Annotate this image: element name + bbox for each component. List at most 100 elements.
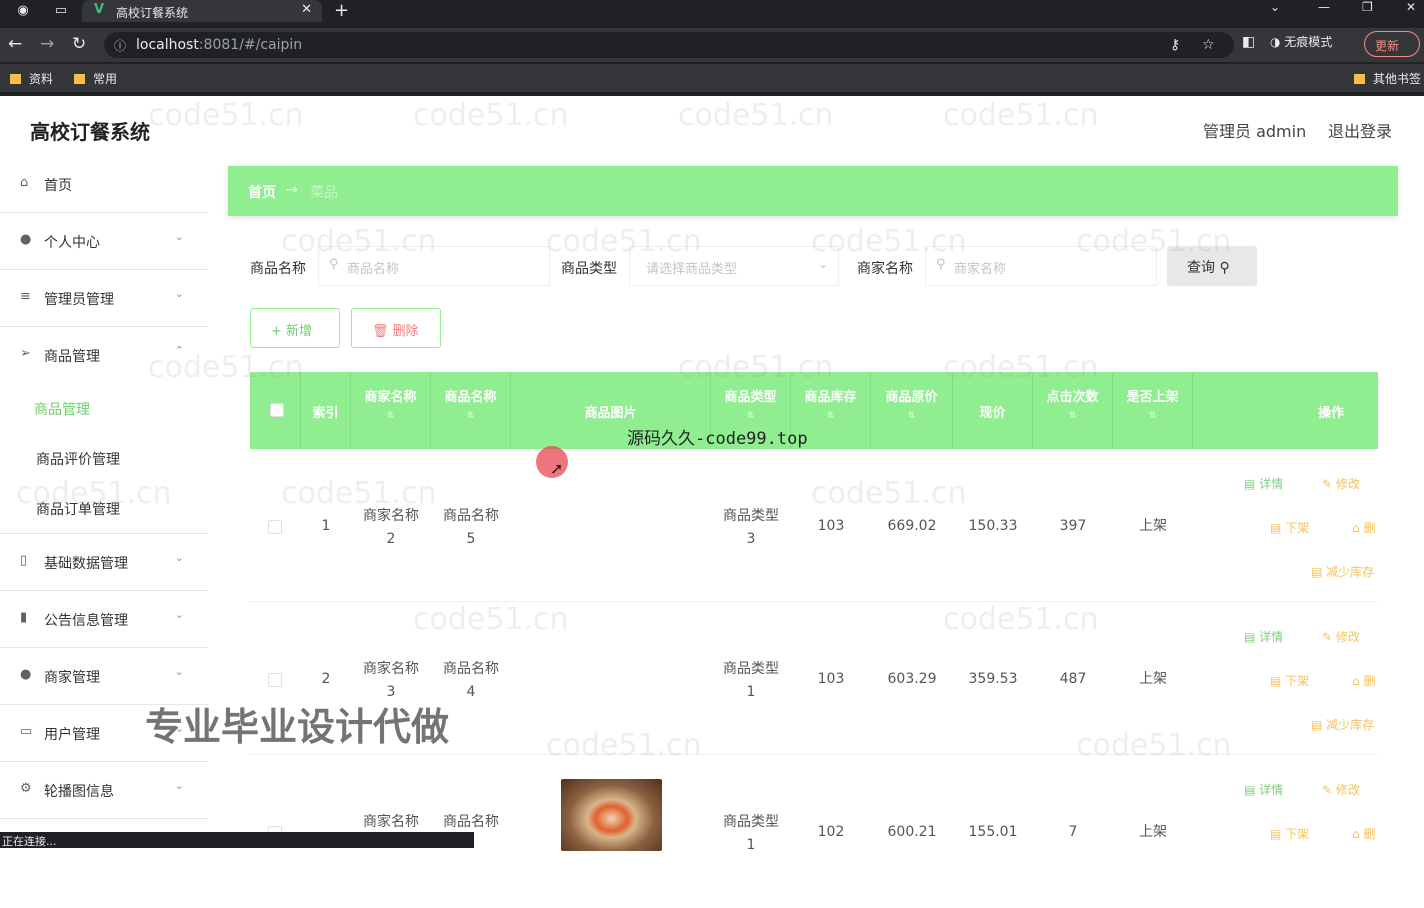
globe-icon[interactable]: ◉ [14, 2, 32, 20]
detail-button[interactable]: ▤ 详情 [1244, 628, 1283, 645]
detail-button[interactable]: ▤ 详情 [1244, 475, 1283, 492]
bookmarks-bar: 资料 常用 其他书签 [0, 64, 1424, 92]
breadcrumb-arrow: → [286, 182, 298, 198]
breadcrumb-home[interactable]: 首页 [248, 182, 276, 202]
browser-tab[interactable]: V 高校订餐系统 ✕ [82, 0, 322, 22]
select-all-checkbox[interactable] [270, 403, 284, 417]
breadcrumb: 首页 → 菜品 [228, 166, 1398, 216]
update-button[interactable]: 更新 [1364, 31, 1420, 57]
send-icon: ➢ [20, 346, 31, 361]
submenu-goods-review[interactable]: 商品评价管理 [36, 449, 120, 469]
shop-name-input[interactable]: ⚲ 商家名称 [925, 246, 1157, 286]
sidebar-item-carousel[interactable]: ⚙ 轮播图信息 ⌄ [0, 762, 208, 819]
logout-link[interactable]: 退出登录 [1328, 118, 1392, 142]
submenu-goods[interactable]: 商品管理 [34, 399, 90, 419]
close-icon[interactable]: ✕ [301, 2, 312, 17]
minimize-icon[interactable]: — [1318, 0, 1330, 14]
filter-bar: 商品名称 ⚲ 商品名称 商品类型 请选择商品类型 ⌄ 商家名称 ⚲ 商家名称 查… [250, 246, 1390, 288]
edit-button[interactable]: ✎ 修改 [1322, 781, 1360, 798]
cell-orig-price: 669.02 [887, 518, 937, 534]
url-host: localhost [136, 37, 199, 53]
detail-button[interactable]: ▤ 详情 [1244, 781, 1283, 798]
select-all-cell [250, 372, 301, 449]
info-icon[interactable]: ⓘ [114, 37, 126, 54]
restore-icon[interactable]: ❐ [1362, 0, 1373, 14]
sort-icon: ⇅ [826, 411, 835, 421]
bookmark-folder[interactable]: 资料 [10, 70, 53, 87]
cell-stock: 103 [817, 518, 845, 534]
sort-icon: ⇅ [386, 411, 395, 421]
bookmark-folder[interactable]: 常用 [74, 70, 117, 87]
sort-icon: ⇅ [466, 411, 475, 421]
col-index[interactable]: 索引 [301, 372, 351, 449]
goods-type-select[interactable]: 请选择商品类型 ⌄ [629, 246, 839, 286]
reduce-stock-button[interactable]: ▤ 减少库存 [1311, 563, 1374, 580]
col-clicks[interactable]: 点击次数 ⇅ [1033, 372, 1113, 449]
cell-type: 商品类型 3 [723, 508, 779, 547]
col-shop[interactable]: 商家名称 ⇅ [351, 372, 431, 449]
goods-name-input[interactable]: ⚲ 商品名称 [318, 246, 550, 286]
edit-button[interactable]: ✎ 修改 [1322, 475, 1360, 492]
delete-row-button[interactable]: ⌂ 删 [1352, 825, 1375, 842]
new-tab-icon[interactable]: + [334, 0, 349, 21]
star-icon[interactable]: ☆ [1202, 37, 1215, 53]
col-on-shelf[interactable]: 是否上架 ⇅ [1113, 372, 1193, 449]
submenu-goods-order[interactable]: 商品订单管理 [36, 499, 120, 519]
delete-row-button[interactable]: ⌂ 删 [1352, 672, 1375, 689]
off-shelf-button[interactable]: ▤ 下架 [1270, 672, 1309, 689]
list-icon: ≡ [20, 289, 31, 304]
watermark: code51.cn [148, 98, 304, 133]
sidebar-item-basic-data[interactable]: ▯ 基础数据管理 ⌄ [0, 534, 208, 591]
reduce-stock-button[interactable]: ▤ 减少库存 [1311, 716, 1374, 733]
delete-row-button[interactable]: ⌂ 删 [1352, 519, 1375, 536]
folder-icon [10, 74, 21, 84]
app-title: 高校订餐系统 [30, 120, 150, 144]
off-shelf-button[interactable]: ▤ 下架 [1270, 825, 1309, 842]
sidebar-item-profile[interactable]: ● 个人中心 ⌄ [0, 213, 208, 270]
tab-title: 高校订餐系统 [116, 6, 189, 20]
cell-orig-price: 600.21 [887, 824, 937, 840]
bookmark-folder-other[interactable]: 其他书签 [1354, 70, 1421, 87]
cell-status: 上架 [1139, 824, 1167, 840]
sidebar-item-admin[interactable]: ≡ 管理员管理 ⌄ [0, 270, 208, 327]
sidebar-item-notice[interactable]: ▮ 公告信息管理 ⌄ [0, 591, 208, 648]
cell-index: 1 [321, 518, 331, 534]
forward-icon[interactable]: → [40, 34, 54, 54]
tab-list-icon[interactable]: ▭ [52, 2, 70, 20]
sidepanel-icon[interactable]: ◧ [1242, 34, 1255, 50]
cell-type: 商品类型 1 [723, 814, 779, 853]
add-button[interactable]: + 新增 [250, 308, 340, 348]
col-price[interactable]: 现价 [953, 372, 1033, 449]
edit-button[interactable]: ✎ 修改 [1322, 628, 1360, 645]
breadcrumb-current: 菜品 [310, 185, 338, 201]
col-orig-price[interactable]: 商品原价 ⇅ [871, 372, 953, 449]
col-ops: 操作 [1317, 406, 1344, 421]
overlay-caption: 源码久久-code99.top [627, 429, 808, 449]
user-label: 管理员 admin [1203, 122, 1307, 141]
row-checkbox[interactable] [268, 520, 282, 534]
url-path: :8081/#/caipin [198, 37, 303, 53]
sidebar-item-goods[interactable]: ➢ 商品管理 ⌃ 商品管理 商品评价管理 商品订单管理 [0, 327, 208, 534]
window-close-icon[interactable]: ✕ [1406, 0, 1416, 14]
search-icon: ⚲ [1219, 260, 1230, 276]
off-shelf-button[interactable]: ▤ 下架 [1270, 519, 1309, 536]
cell-price: 359.53 [968, 671, 1018, 687]
chevron-down-icon: ⌄ [174, 287, 184, 300]
cell-shop: 商家名称 [363, 814, 419, 830]
home-icon: ⌂ [20, 175, 29, 190]
col-name[interactable]: 商品名称 ⇅ [431, 372, 511, 449]
chevron-down-icon[interactable]: ⌄ [1270, 0, 1280, 14]
address-bar: ← → ↻ ⓘ localhost:8081/#/caipin ⚷ ☆ ◧ ◑ … [0, 28, 1424, 62]
key-icon[interactable]: ⚷ [1170, 37, 1180, 53]
url-field[interactable]: ⓘ localhost:8081/#/caipin ⚷ ☆ [104, 32, 1234, 58]
cell-status: 上架 [1139, 518, 1167, 534]
delete-button[interactable]: 🗑 删除 [351, 308, 441, 348]
query-button[interactable]: 查询 ⚲ [1167, 246, 1257, 286]
search-icon: ⚲ [936, 257, 946, 272]
sidebar-item-home[interactable]: ⌂ 首页 [0, 156, 208, 213]
row-checkbox[interactable] [268, 673, 282, 687]
reload-icon[interactable]: ↻ [72, 34, 86, 54]
gear-icon: ⚙ [20, 781, 32, 796]
back-icon[interactable]: ← [8, 34, 22, 54]
chevron-down-icon: ⌄ [174, 665, 184, 678]
